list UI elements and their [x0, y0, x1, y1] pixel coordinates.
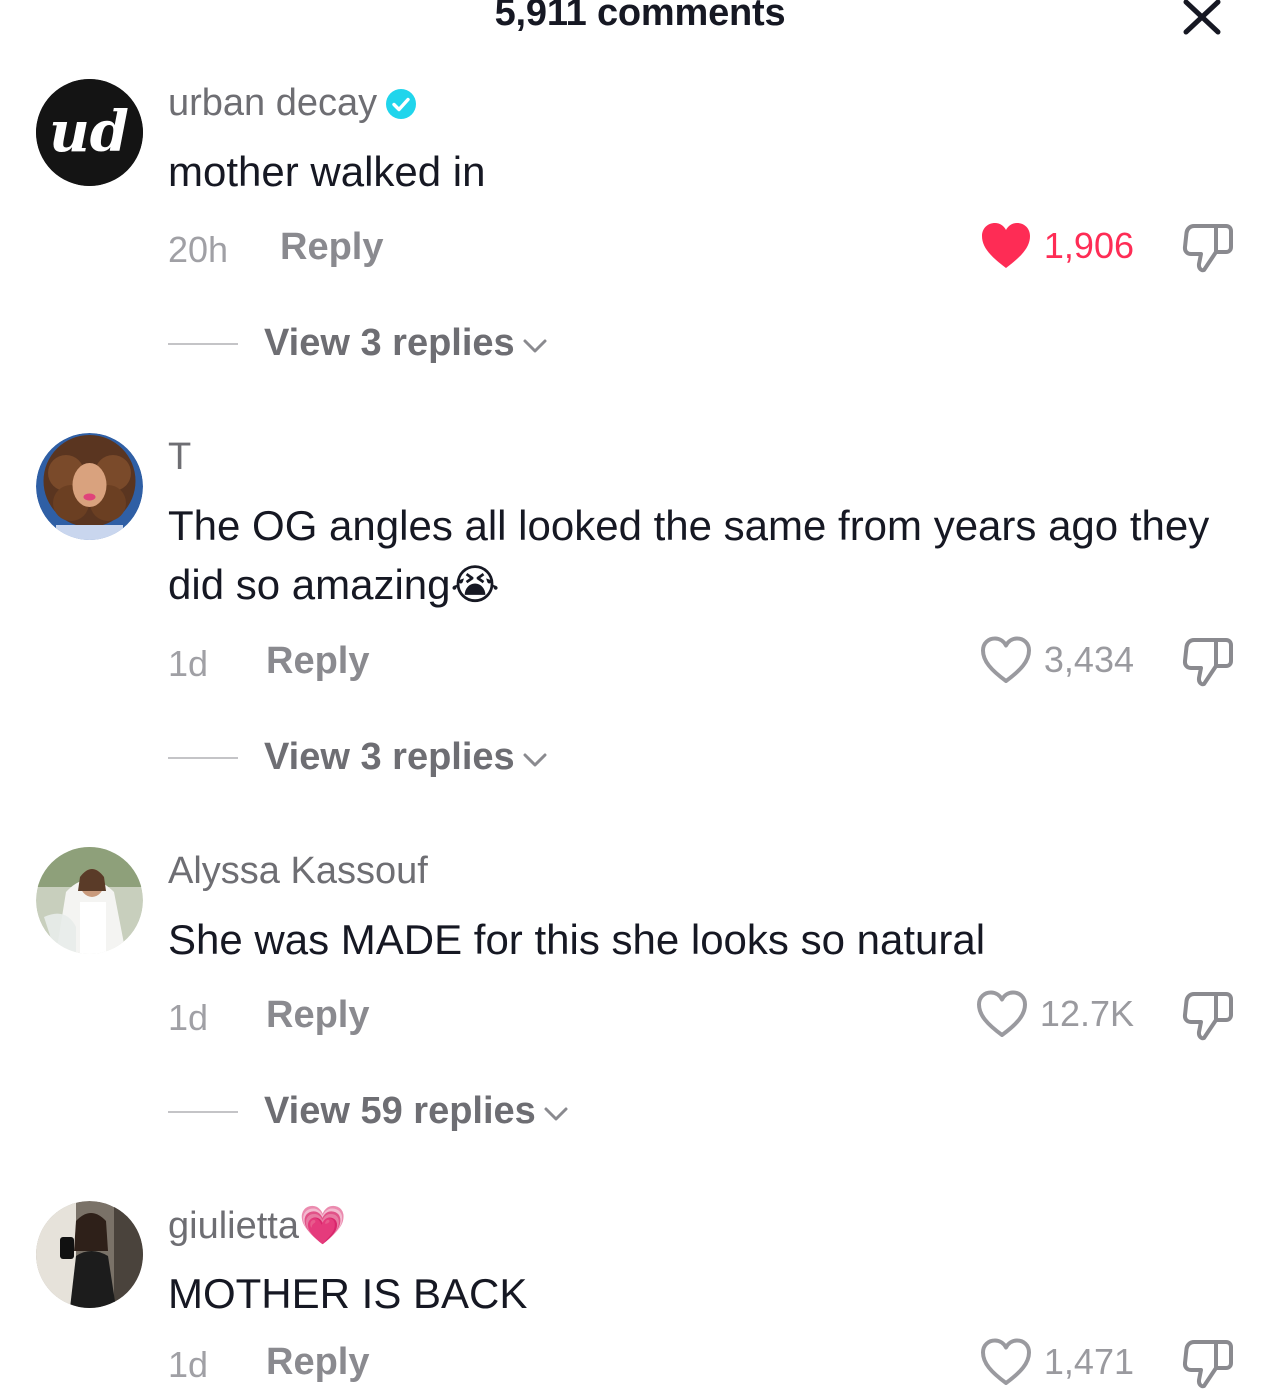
like-button[interactable]: 1,906 [980, 222, 1134, 270]
avatar[interactable]: ud [36, 79, 143, 186]
chevron-down-icon [523, 339, 547, 352]
reply-button[interactable]: Reply [280, 226, 383, 269]
comment-text: She was MADE for this she looks so natur… [168, 916, 986, 963]
replies-divider [168, 342, 238, 345]
dislike-button[interactable] [1182, 990, 1234, 1042]
user-photo-icon [36, 433, 143, 540]
dislike-button[interactable] [1182, 222, 1234, 274]
heart-filled-icon [981, 223, 1030, 268]
comment-username[interactable]: giulietta💗 [168, 1204, 346, 1248]
heart-outline-icon [976, 990, 1027, 1037]
comment-time: 1d [168, 643, 209, 684]
chevron-down-icon [523, 753, 547, 766]
heart-outline-icon [980, 636, 1031, 683]
replies-divider [168, 1110, 238, 1113]
like-count: 1,471 [1043, 1341, 1134, 1382]
comment-username[interactable]: T [168, 436, 191, 479]
close-button[interactable] [1178, 0, 1226, 40]
comment-time: 1d [168, 1344, 209, 1385]
avatar[interactable] [36, 433, 143, 540]
dislike-button[interactable] [1182, 636, 1234, 688]
view-replies-button[interactable]: View 3 replies [168, 736, 549, 779]
like-button[interactable]: 12.7K [976, 990, 1134, 1038]
heart-outline-icon [980, 1338, 1031, 1385]
like-button[interactable]: 1,471 [980, 1338, 1134, 1386]
like-count: 12.7K [1039, 993, 1134, 1034]
urban-decay-logo-icon: ud [36, 79, 143, 186]
avatar[interactable] [36, 847, 143, 954]
user-photo-icon [36, 847, 143, 954]
thumbs-down-icon [1182, 638, 1233, 687]
avatar[interactable] [36, 1201, 143, 1308]
reply-button[interactable]: Reply [266, 1341, 369, 1384]
comment-username[interactable]: urban decay [168, 82, 417, 125]
view-replies-button[interactable]: View 59 replies [168, 1090, 570, 1133]
comment-time: 20h [168, 229, 229, 270]
comment-text: The OG angles all looked the same from y… [168, 502, 1210, 608]
replies-divider [168, 756, 238, 759]
comment-time: 1d [168, 997, 209, 1038]
comment-text: MOTHER IS BACK [168, 1270, 528, 1317]
comments-header: 5,911 comments [0, 0, 1280, 40]
comment-username[interactable]: Alyssa Kassouf [168, 850, 428, 893]
chevron-down-icon [544, 1107, 568, 1120]
comments-count-title: 5,911 comments [494, 0, 786, 34]
like-button[interactable]: 3,434 [980, 636, 1134, 684]
like-count: 3,434 [1043, 639, 1134, 680]
svg-text:ud: ud [49, 99, 129, 165]
verified-badge-icon [386, 88, 417, 119]
view-replies-button[interactable]: View 3 replies [168, 322, 549, 365]
reply-button[interactable]: Reply [266, 640, 369, 683]
reply-button[interactable]: Reply [266, 994, 369, 1037]
comment-text: mother walked in [168, 148, 486, 195]
user-photo-icon [36, 1201, 143, 1308]
like-count: 1,906 [1043, 225, 1134, 266]
thumbs-down-icon [1182, 1340, 1233, 1389]
thumbs-down-icon [1182, 992, 1233, 1041]
dislike-button[interactable] [1182, 1338, 1234, 1390]
close-icon [1183, 0, 1221, 35]
thumbs-down-icon [1182, 224, 1233, 273]
